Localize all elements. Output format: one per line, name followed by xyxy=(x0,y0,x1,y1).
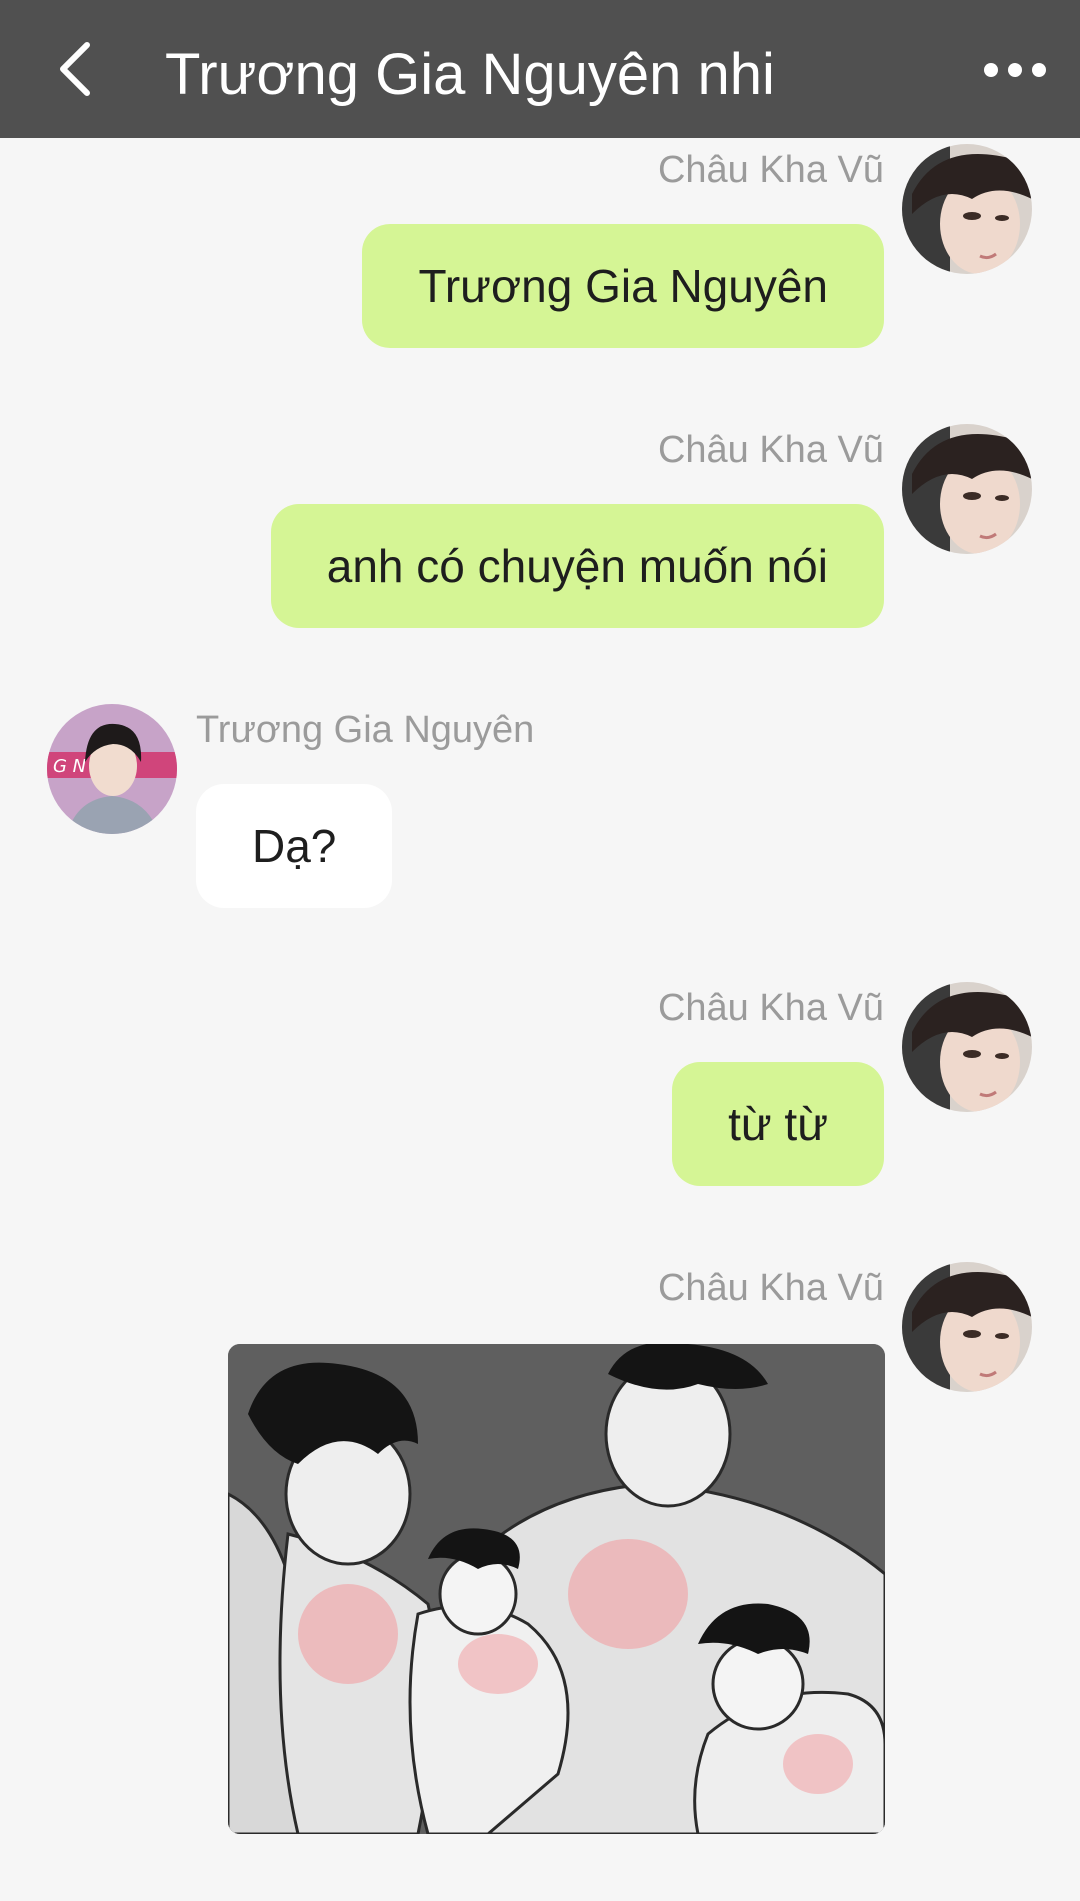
avatar[interactable] xyxy=(902,144,1032,274)
more-button[interactable] xyxy=(975,40,1055,100)
chevron-left-icon xyxy=(60,42,90,96)
message-bubble[interactable]: từ từ xyxy=(672,1062,884,1186)
chat-screen: Trương Gia Nguyên nhi Châu Kha Vũ Trương… xyxy=(0,0,1080,1901)
message-bubble[interactable]: anh có chuyện muốn nói xyxy=(270,504,884,628)
meme-image[interactable] xyxy=(228,1344,885,1834)
chat-header: Trương Gia Nguyên nhi xyxy=(0,0,1080,138)
sender-name: Châu Kha Vũ xyxy=(657,1267,884,1309)
avatar[interactable] xyxy=(902,424,1032,554)
sender-name: Châu Kha Vũ xyxy=(657,987,884,1029)
more-dots-icon xyxy=(984,63,1046,77)
message-bubble[interactable]: Trương Gia Nguyên xyxy=(362,224,884,348)
message-bubble[interactable]: Dạ? xyxy=(196,784,393,908)
avatar[interactable]: G N HT xyxy=(47,704,177,834)
chat-title: Trương Gia Nguyên nhi xyxy=(165,42,775,107)
back-button[interactable] xyxy=(40,34,110,104)
sender-name: Châu Kha Vũ xyxy=(657,429,884,471)
avatar[interactable] xyxy=(902,1262,1032,1392)
sender-name: Châu Kha Vũ xyxy=(657,149,884,191)
avatar[interactable] xyxy=(902,982,1032,1112)
sender-name: Trương Gia Nguyên xyxy=(196,709,535,751)
